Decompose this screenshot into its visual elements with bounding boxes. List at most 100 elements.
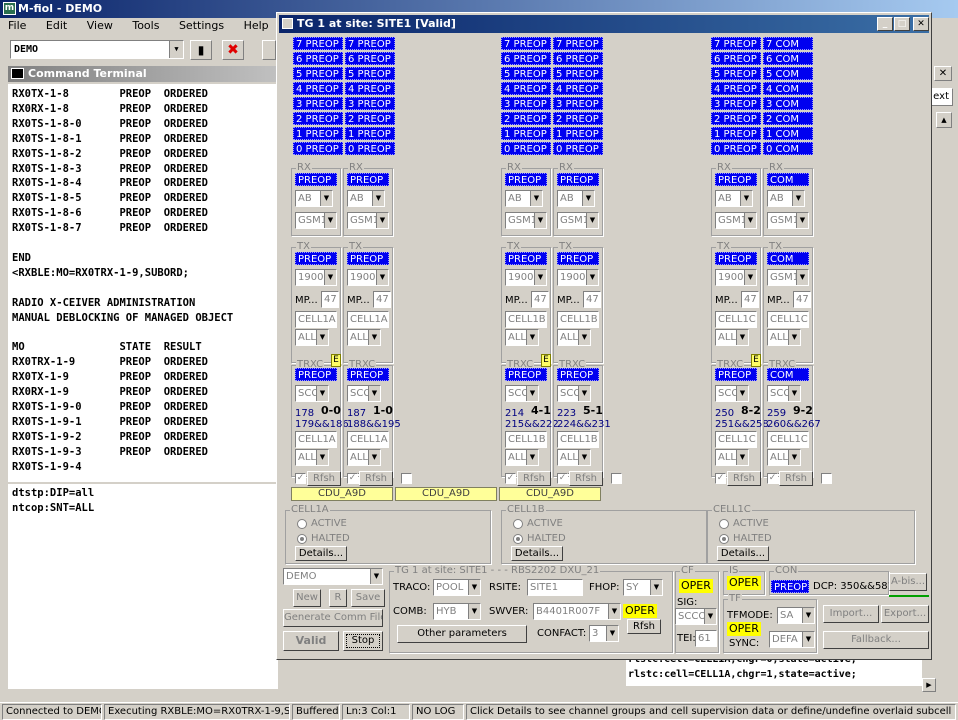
tx-band-select[interactable]: 1900 ▼ xyxy=(715,269,757,286)
timeslot-state[interactable]: 1 PREOP xyxy=(293,127,343,140)
tx-all-select[interactable]: ALL ▼ xyxy=(347,329,381,346)
tei-field[interactable]: 61 xyxy=(695,630,717,647)
timeslot-state[interactable]: 3 PREOP xyxy=(293,97,343,110)
timeslot-state[interactable]: 7 PREOP xyxy=(345,37,395,50)
rfsh-button[interactable]: Rfsh xyxy=(727,471,761,486)
rfsh-checkbox[interactable]: ✓ xyxy=(715,473,726,484)
timeslot-state[interactable]: 5 PREOP xyxy=(501,67,551,80)
timeslot-state[interactable]: 6 PREOP xyxy=(293,52,343,65)
sig-select[interactable]: SCCO ▼ xyxy=(675,608,717,625)
swver-select[interactable]: B4401R007F ▼ xyxy=(533,603,621,620)
export-button[interactable]: Export... xyxy=(881,605,929,623)
tx-state[interactable]: PREOP xyxy=(715,252,757,265)
timeslot-state[interactable]: 4 PREOP xyxy=(501,82,551,95)
rx-antenna-select[interactable]: AB ▼ xyxy=(715,190,753,207)
timeslot-state[interactable]: 5 COM xyxy=(763,67,813,80)
rx-state[interactable]: PREOP xyxy=(295,173,337,186)
tx-cell-field[interactable]: CELL1C xyxy=(767,311,809,328)
menu-edit[interactable]: Edit xyxy=(46,19,67,32)
toolbar-button[interactable] xyxy=(262,40,276,60)
details-button[interactable]: Details... xyxy=(295,546,347,561)
rx-band-select[interactable]: GSM1 ▼ xyxy=(715,212,757,229)
rx-antenna-select[interactable]: AB ▼ xyxy=(347,190,385,207)
timeslot-state[interactable]: 7 PREOP xyxy=(501,37,551,50)
trxc-all-select[interactable]: ALL ▼ xyxy=(767,449,801,466)
tx-all-select[interactable]: ALL ▼ xyxy=(715,329,749,346)
tx-band-select[interactable]: 1900 ▼ xyxy=(557,269,599,286)
mp-value[interactable]: 47 xyxy=(583,291,601,308)
import-button[interactable]: Import... xyxy=(823,605,879,623)
site-select[interactable]: DEMO ▼ xyxy=(10,40,184,59)
tx-all-select[interactable]: ALL ▼ xyxy=(767,329,801,346)
new-button[interactable]: New xyxy=(293,589,321,607)
trxc-state[interactable]: PREOP xyxy=(295,368,337,381)
tx-cell-field[interactable]: CELL1A xyxy=(347,311,389,328)
timeslot-state[interactable]: 6 PREOP xyxy=(345,52,395,65)
trxc-all-select[interactable]: ALL ▼ xyxy=(505,449,539,466)
rx-antenna-select[interactable]: AB ▼ xyxy=(557,190,595,207)
error-flag[interactable]: E xyxy=(331,354,341,367)
trxc-state[interactable]: PREOP xyxy=(347,368,389,381)
timeslot-state[interactable]: 4 PREOP xyxy=(553,82,603,95)
rx-band-select[interactable]: GSM1 ▼ xyxy=(767,212,809,229)
timeslot-state[interactable]: 3 PREOP xyxy=(345,97,395,110)
tx-state[interactable]: PREOP xyxy=(295,252,337,265)
extra-checkbox[interactable] xyxy=(611,473,622,484)
abis-button[interactable]: A-bis... xyxy=(889,573,927,591)
trxc-cell-field[interactable]: CELL1B xyxy=(505,431,547,448)
timeslot-state[interactable]: 1 PREOP xyxy=(345,127,395,140)
error-flag[interactable]: E xyxy=(541,354,551,367)
active-radio[interactable] xyxy=(297,519,307,529)
extra-checkbox[interactable] xyxy=(401,473,412,484)
tx-cell-field[interactable]: CELL1B xyxy=(557,311,599,328)
tx-cell-field[interactable]: CELL1B xyxy=(505,311,547,328)
timeslot-state[interactable]: 3 COM xyxy=(763,97,813,110)
details-button[interactable]: Details... xyxy=(511,546,563,561)
rx-antenna-select[interactable]: AB ▼ xyxy=(767,190,805,207)
error-flag[interactable]: E xyxy=(751,354,761,367)
menu-settings[interactable]: Settings xyxy=(179,19,224,32)
halted-radio[interactable] xyxy=(719,534,729,544)
comb-select[interactable]: HYB ▼ xyxy=(433,603,481,620)
rfsh-checkbox[interactable]: ✓ xyxy=(767,473,778,484)
scco-select[interactable]: SCCO ▼ xyxy=(767,385,801,402)
timeslot-state[interactable]: 7 PREOP xyxy=(553,37,603,50)
tx-state[interactable]: COM xyxy=(767,252,809,265)
rx-state[interactable]: COM xyxy=(767,173,809,186)
terminal-output[interactable]: RX0TX-1-8 PREOP ORDERED RX0RX-1-8 PREOP … xyxy=(8,84,278,482)
trxc-cell-field[interactable]: CELL1C xyxy=(767,431,809,448)
menu-file[interactable]: File xyxy=(8,19,26,32)
timeslot-state[interactable]: 4 PREOP xyxy=(293,82,343,95)
timeslot-state[interactable]: 1 PREOP xyxy=(501,127,551,140)
trxc-all-select[interactable]: ALL ▼ xyxy=(557,449,591,466)
rx-band-select[interactable]: GSM1 ▼ xyxy=(557,212,599,229)
timeslot-state[interactable]: 5 PREOP xyxy=(293,67,343,80)
rx-band-select[interactable]: GSM1 ▼ xyxy=(295,212,337,229)
terminal-input[interactable]: dtstp:DIP=all ntcop:SNT=ALL xyxy=(8,484,278,689)
extra-checkbox[interactable] xyxy=(821,473,832,484)
save-button[interactable]: Save xyxy=(351,589,385,607)
tx-cell-field[interactable]: CELL1A xyxy=(295,311,337,328)
rx-antenna-select[interactable]: AB ▼ xyxy=(295,190,333,207)
trxc-state[interactable]: PREOP xyxy=(715,368,757,381)
scco-select[interactable]: SCCO ▼ xyxy=(557,385,591,402)
menu-view[interactable]: View xyxy=(87,19,113,32)
tx-cell-field[interactable]: CELL1C xyxy=(715,311,757,328)
timeslot-state[interactable]: 7 PREOP xyxy=(711,37,761,50)
mp-value[interactable]: 47 xyxy=(321,291,339,308)
tfmode-select[interactable]: SA ▼ xyxy=(777,607,815,624)
trxc-all-select[interactable]: ALL ▼ xyxy=(295,449,329,466)
rfsh-button[interactable]: Rfsh xyxy=(517,471,551,486)
tg-rfsh-button[interactable]: Rfsh xyxy=(627,619,661,634)
fhop-select[interactable]: SY ▼ xyxy=(623,579,663,596)
halted-radio[interactable] xyxy=(513,534,523,544)
tx-band-select[interactable]: GSM1 ▼ xyxy=(767,269,809,286)
rx-state[interactable]: PREOP xyxy=(347,173,389,186)
timeslot-state[interactable]: 1 PREOP xyxy=(553,127,603,140)
timeslot-state[interactable]: 7 COM xyxy=(763,37,813,50)
timeslot-state[interactable]: 5 PREOP xyxy=(553,67,603,80)
other-parameters-button[interactable]: Other parameters xyxy=(397,625,527,643)
tg-demo-select[interactable]: DEMO ▼ xyxy=(283,568,383,585)
close-icon[interactable]: ✕ xyxy=(934,66,952,81)
timeslot-state[interactable]: 3 PREOP xyxy=(711,97,761,110)
